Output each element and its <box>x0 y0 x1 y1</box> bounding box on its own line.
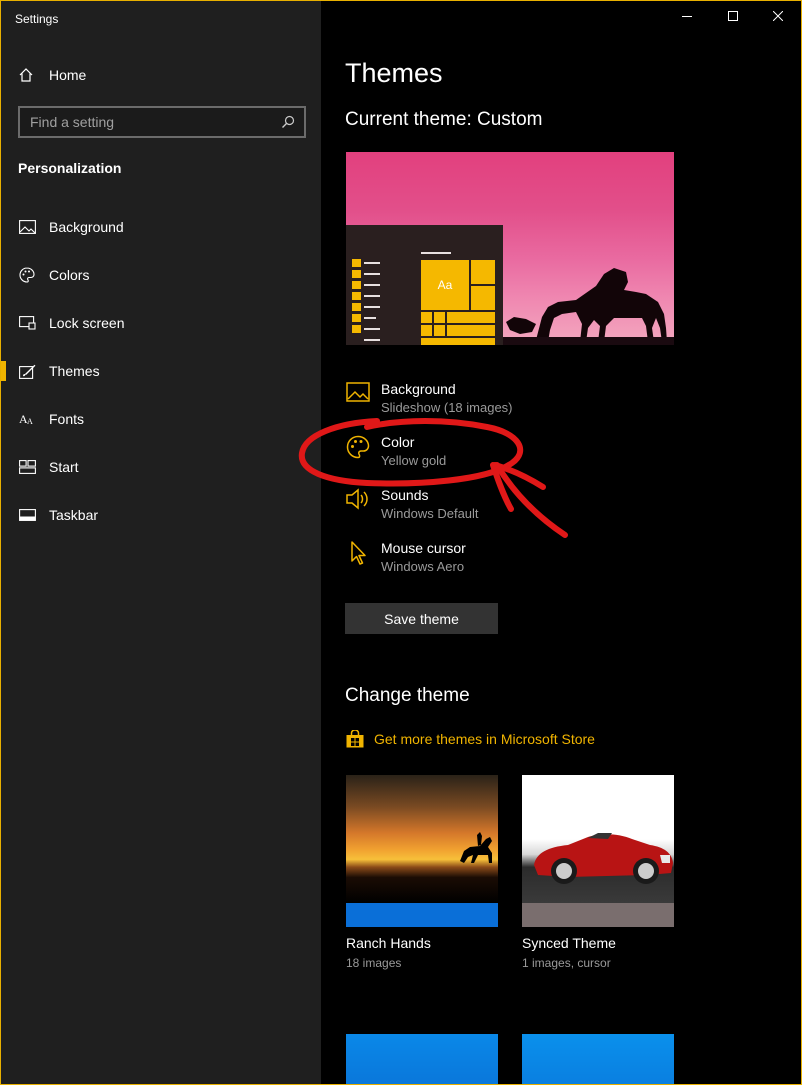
theme-thumbnail <box>522 775 674 903</box>
page-title: Themes <box>345 58 443 88</box>
setting-title: Mouse cursor <box>381 540 466 556</box>
brush-icon <box>18 362 36 380</box>
theme-accent-bar <box>522 903 674 927</box>
palette-icon <box>345 433 371 459</box>
sidebar-item-label: Themes <box>49 363 100 379</box>
store-icon <box>345 729 365 749</box>
store-link-label: Get more themes in Microsoft Store <box>374 731 595 747</box>
theme-name: Ranch Hands <box>346 935 431 951</box>
settings-window: Settings Home Personalization Background <box>0 0 802 1085</box>
search-box[interactable] <box>18 106 306 138</box>
setting-title: Background <box>381 381 456 397</box>
theme-card-synced-theme[interactable]: Synced Theme 1 images, cursor <box>522 775 674 970</box>
theme-card-windows-blue[interactable] <box>346 1034 498 1084</box>
theme-name: Synced Theme <box>522 935 616 951</box>
speaker-icon <box>345 486 371 512</box>
taskbar-icon <box>18 506 36 524</box>
start-icon <box>18 458 36 476</box>
sidebar-item-label: Start <box>49 459 79 475</box>
setting-title: Color <box>381 434 415 450</box>
setting-subtitle: Yellow gold <box>381 453 447 468</box>
home-label: Home <box>49 67 87 83</box>
color-setting[interactable]: Color Yellow gold <box>345 433 446 471</box>
current-theme-heading: Current theme: Custom <box>345 109 543 130</box>
app-title: Settings <box>15 12 59 26</box>
svg-text:A: A <box>27 417 33 426</box>
sidebar-item-label: Taskbar <box>49 507 99 523</box>
theme-card-windows-light[interactable] <box>522 1034 674 1084</box>
sidebar-item-themes[interactable]: Themes <box>1 347 321 395</box>
fonts-icon: AA <box>18 410 36 428</box>
theme-thumbnail <box>346 775 498 903</box>
red-car-image <box>534 833 673 884</box>
setting-subtitle: Slideshow (18 images) <box>381 400 513 415</box>
sidebar-item-lock-screen[interactable]: Lock screen <box>1 299 321 347</box>
image-icon <box>345 380 371 406</box>
main-content: Themes Current theme: Custom Aa Backgrou… <box>322 1 801 1084</box>
mouse-cursor-setting[interactable]: Mouse cursor Windows Aero <box>345 539 466 577</box>
home-icon <box>18 67 34 83</box>
sidebar-item-fonts[interactable]: AA Fonts <box>1 395 321 443</box>
setting-subtitle: Windows Default <box>381 506 479 521</box>
theme-card-ranch-hands[interactable]: Ranch Hands 18 images <box>346 775 498 970</box>
theme-preview: Aa <box>346 152 674 345</box>
theme-subtitle: 18 images <box>346 956 402 970</box>
lock-screen-icon <box>18 314 36 332</box>
cursor-icon <box>345 539 371 565</box>
sidebar-item-background[interactable]: Background <box>1 203 321 251</box>
preview-tile: Aa <box>421 260 469 310</box>
theme-accent-bar <box>346 903 498 927</box>
setting-subtitle: Windows Aero <box>381 559 465 574</box>
rider-silhouette <box>460 832 492 863</box>
image-icon <box>18 218 36 236</box>
save-theme-button[interactable]: Save theme <box>345 603 498 634</box>
home-nav-item[interactable]: Home <box>1 59 321 91</box>
theme-thumbnail <box>522 1034 674 1084</box>
sidebar-item-colors[interactable]: Colors <box>1 251 321 299</box>
sidebar-item-start[interactable]: Start <box>1 443 321 491</box>
search-icon[interactable] <box>280 114 296 130</box>
setting-title: Sounds <box>381 487 429 503</box>
nav-list: Background Colors Lock screen Themes A A… <box>1 203 321 539</box>
change-theme-heading: Change theme <box>345 685 470 706</box>
section-label: Personalization <box>18 160 122 176</box>
palette-icon <box>18 266 36 284</box>
sidebar-item-label: Background <box>49 219 124 235</box>
sidebar-item-label: Fonts <box>49 411 85 427</box>
microsoft-store-link[interactable]: Get more themes in Microsoft Store <box>345 729 595 749</box>
horse-silhouette <box>506 268 667 342</box>
sidebar: Settings Home Personalization Background <box>1 1 321 1084</box>
sidebar-item-label: Lock screen <box>49 315 125 331</box>
theme-subtitle: 1 images, cursor <box>522 956 611 970</box>
sidebar-item-label: Colors <box>49 267 90 283</box>
preview-window-mock: Aa <box>346 225 503 345</box>
search-input[interactable] <box>30 114 280 130</box>
sidebar-item-taskbar[interactable]: Taskbar <box>1 491 321 539</box>
background-setting[interactable]: Background Slideshow (18 images) <box>345 380 513 418</box>
theme-thumbnail <box>346 1034 498 1084</box>
sounds-setting[interactable]: Sounds Windows Default <box>345 486 479 524</box>
